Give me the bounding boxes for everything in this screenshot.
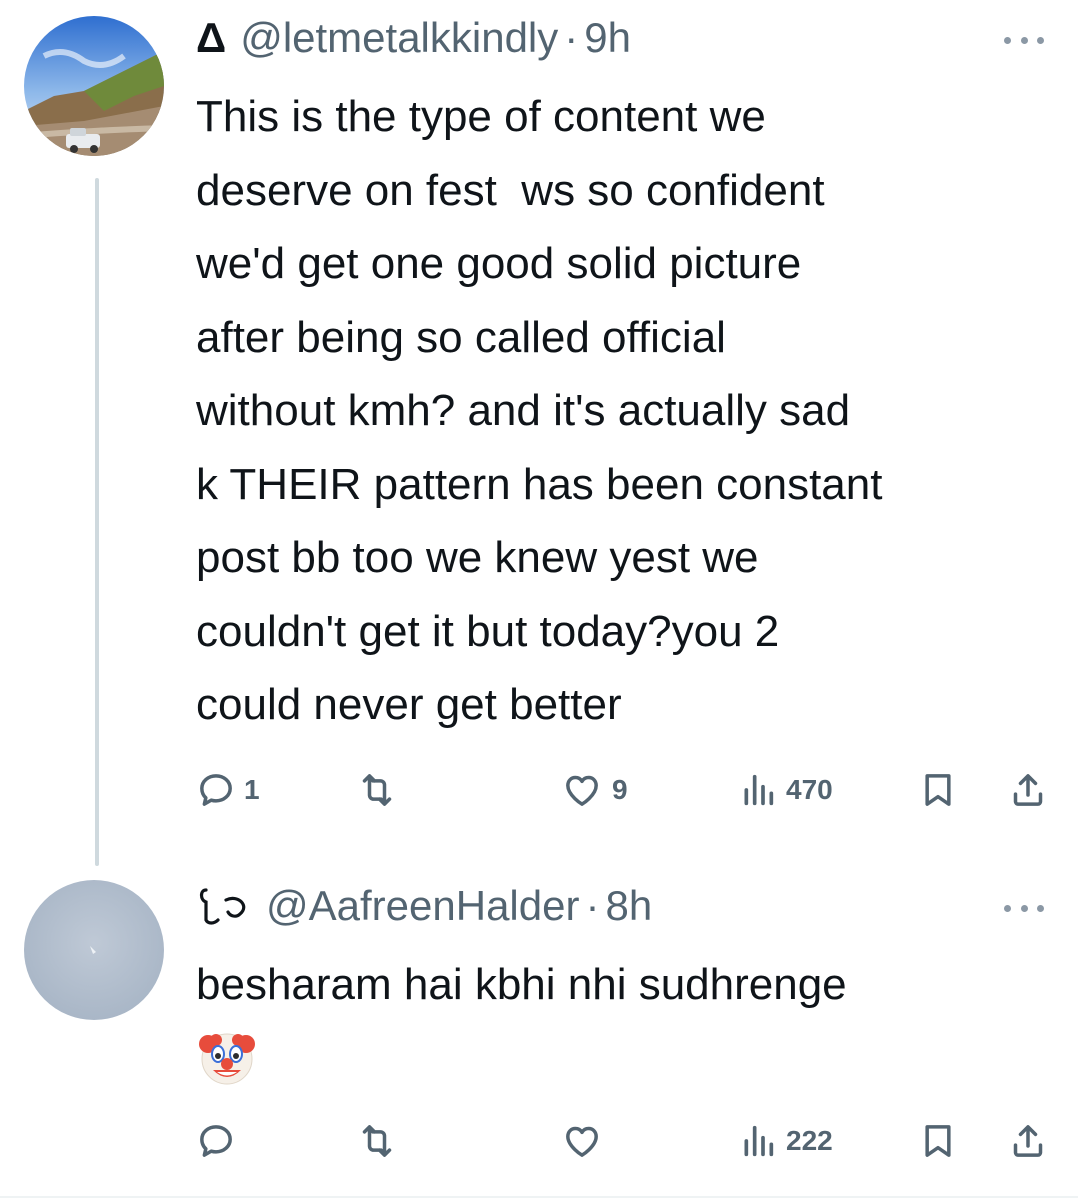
view-count: 222: [786, 1125, 833, 1156]
reply-icon: [200, 1125, 232, 1157]
like-button[interactable]: 9: [560, 765, 628, 815]
like-icon: [566, 775, 598, 806]
tweet-header: Δ @letmetalkkindly · 9h: [196, 12, 631, 64]
clown-emoji: [196, 1026, 258, 1088]
reply-icon: [200, 774, 232, 806]
repost-button[interactable]: [356, 765, 406, 815]
tweet-actions: 222: [196, 1116, 1056, 1166]
share-icon: [1013, 1125, 1043, 1157]
more-icon[interactable]: [1004, 902, 1044, 914]
tweet-1[interactable]: Δ @letmetalkkindly · 9h This is the type…: [0, 0, 1078, 866]
tweet-text: This is the type of content we deserve o…: [196, 92, 883, 729]
share-button[interactable]: [1008, 1116, 1048, 1166]
repost-button[interactable]: [356, 1116, 406, 1166]
repost-icon: [362, 1125, 392, 1157]
reply-count: 1: [244, 774, 260, 805]
reply-button[interactable]: [196, 1116, 244, 1166]
clown-face-icon: [199, 1033, 255, 1085]
views-button[interactable]: 222: [738, 1116, 833, 1166]
display-name-glyph-icon: [199, 888, 246, 925]
separator-dot: ·: [564, 14, 579, 61]
like-count: 9: [612, 774, 628, 805]
bookmark-icon: [925, 774, 951, 806]
bookmark-button[interactable]: [918, 1116, 958, 1166]
bookmark-icon: [925, 1125, 951, 1157]
views-icon: [744, 1125, 774, 1157]
tweet-header: @AafreenHalder · 8h: [196, 880, 652, 932]
like-button[interactable]: [560, 1116, 612, 1166]
like-icon: [566, 1126, 598, 1157]
user-handle[interactable]: @letmetalkkindly: [240, 12, 558, 64]
tweet-text: besharam hai kbhi nhi sudhrenge: [196, 960, 847, 1009]
share-button[interactable]: [1008, 765, 1048, 815]
timestamp[interactable]: 8h: [605, 880, 652, 932]
separator-dot: ·: [585, 882, 600, 929]
views-icon: [744, 774, 774, 806]
avatar-landscape-image: [24, 16, 164, 156]
repost-icon: [362, 774, 392, 806]
display-name[interactable]: Δ: [196, 12, 226, 64]
user-handle[interactable]: @AafreenHalder: [266, 880, 579, 932]
timestamp[interactable]: 9h: [584, 12, 631, 64]
avatar[interactable]: [24, 880, 164, 1020]
avatar[interactable]: [24, 16, 164, 156]
more-icon[interactable]: [1004, 34, 1044, 46]
avatar-image: [24, 880, 164, 1020]
tweet-2[interactable]: @AafreenHalder · 8h besharam hai kbhi nh…: [0, 866, 1078, 1196]
display-name[interactable]: [196, 880, 252, 932]
share-icon: [1013, 774, 1043, 806]
bottom-divider: [0, 1196, 1078, 1198]
view-count: 470: [786, 774, 833, 805]
bookmark-button[interactable]: [918, 765, 958, 815]
reply-button[interactable]: 1: [196, 765, 260, 815]
tweet-actions: 1 9 470: [196, 765, 1056, 815]
views-button[interactable]: 470: [738, 765, 833, 815]
